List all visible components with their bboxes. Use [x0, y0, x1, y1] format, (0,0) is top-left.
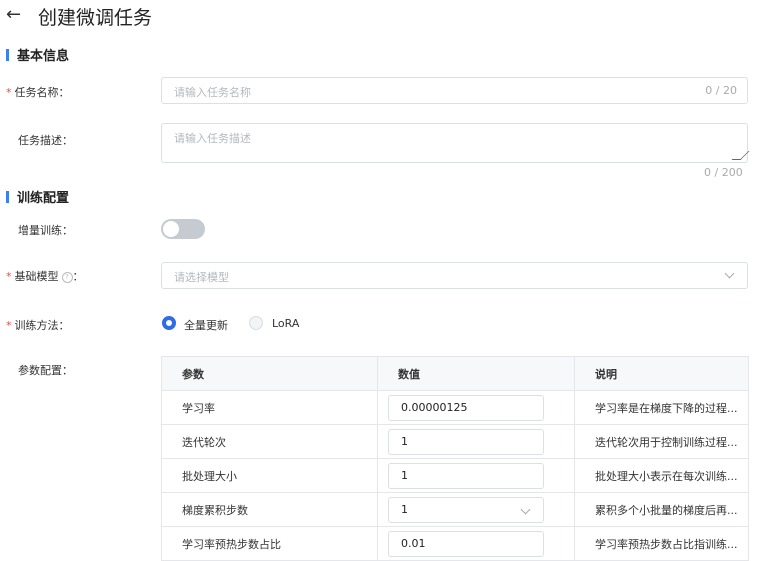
param-name: 学习率预热步数占比	[161, 526, 378, 561]
train-method-label: * 训练方法：	[6, 319, 70, 332]
base-model-select[interactable]: 请选择模型	[161, 262, 748, 289]
param-value-input[interactable]: 1	[388, 428, 544, 455]
params-table: 参数 数值 说明 学习率 0.00000125 学习率是在梯度下降的过程... …	[161, 356, 749, 561]
param-desc: 学习率预热步数占比指训练...	[574, 526, 749, 561]
col-header-value: 数值	[377, 356, 575, 391]
table-row: 批处理大小 1 批处理大小表示在每次训练...	[161, 458, 749, 493]
task-desc-placeholder: 请输入任务描述	[174, 132, 251, 145]
radio-lora-label[interactable]: LoRA	[272, 317, 299, 330]
param-value-input[interactable]: 0.00000125	[388, 394, 544, 421]
section-marker	[6, 191, 9, 203]
param-desc: 迭代轮次用于控制训练过程...	[574, 424, 749, 459]
base-model-label: * 基础模型?：	[6, 270, 84, 283]
resize-handle-icon[interactable]	[731, 151, 750, 160]
chevron-down-icon	[520, 504, 531, 514]
chevron-down-icon	[724, 268, 735, 279]
param-desc: 批处理大小表示在每次训练...	[574, 458, 749, 493]
param-desc: 学习率是在梯度下降的过程...	[574, 390, 749, 425]
col-header-desc: 说明	[574, 356, 749, 391]
incremental-toggle[interactable]	[161, 219, 205, 239]
table-row: 梯度累积步数 1 累积多个小批量的梯度后再...	[161, 492, 749, 527]
section-marker	[6, 49, 9, 61]
section-training-config: 训练配置	[6, 187, 69, 206]
task-name-input[interactable]: 请输入任务名称 0 / 20	[161, 77, 748, 104]
radio-full-update-label[interactable]: 全量更新	[184, 317, 228, 333]
base-model-placeholder: 请选择模型	[174, 271, 229, 284]
param-name: 梯度累积步数	[161, 492, 378, 527]
param-value-select[interactable]: 1	[388, 496, 544, 523]
task-desc-label: 任务描述：	[18, 134, 73, 147]
param-name: 批处理大小	[161, 458, 378, 493]
section-title: 基本信息	[17, 49, 70, 64]
radio-lora[interactable]	[249, 316, 263, 330]
required-mark: *	[6, 270, 12, 283]
param-name: 学习率	[161, 390, 378, 425]
section-title: 训练配置	[17, 191, 70, 206]
task-name-label: * 任务名称：	[6, 86, 70, 99]
task-desc-counter: 0 / 200	[704, 166, 743, 179]
param-value-text: 1	[401, 502, 408, 516]
page-title: 创建微调任务	[38, 7, 153, 29]
col-header-param: 参数	[161, 356, 378, 391]
incremental-label: 增量训练：	[18, 224, 73, 237]
param-value-input[interactable]: 1	[388, 462, 544, 489]
required-mark: *	[6, 319, 12, 332]
table-row: 迭代轮次 1 迭代轮次用于控制训练过程...	[161, 424, 749, 459]
param-name: 迭代轮次	[161, 424, 378, 459]
task-name-counter: 0 / 20	[705, 84, 737, 97]
question-circle-icon[interactable]: ?	[61, 272, 73, 283]
radio-full-update[interactable]	[162, 316, 176, 330]
back-arrow-icon[interactable]: ←	[6, 4, 21, 25]
params-label: 参数配置：	[18, 364, 73, 377]
table-header-row: 参数 数值 说明	[161, 356, 749, 391]
task-desc-textarea[interactable]: 请输入任务描述	[161, 123, 750, 163]
table-row: 学习率 0.00000125 学习率是在梯度下降的过程...	[161, 390, 749, 425]
param-desc: 累积多个小批量的梯度后再...	[574, 492, 749, 527]
table-row: 学习率预热步数占比 0.01 学习率预热步数占比指训练...	[161, 526, 749, 561]
required-mark: *	[6, 86, 12, 99]
section-basic-info: 基本信息	[6, 45, 69, 64]
param-value-input[interactable]: 0.01	[388, 530, 544, 557]
task-name-placeholder: 请输入任务名称	[174, 86, 251, 99]
toggle-knob	[163, 221, 179, 237]
